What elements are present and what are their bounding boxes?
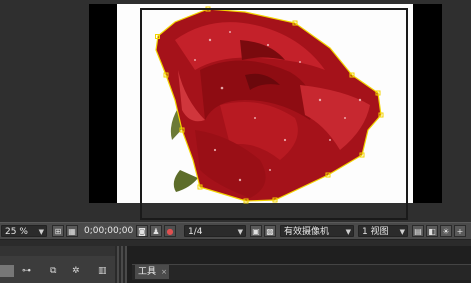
frame-blending-icon[interactable]: ▥ [98,265,107,277]
resolution-value: 1/4 [188,227,203,237]
draft-3d-icon[interactable]: ⊶ [22,265,31,277]
shy-layers-icon[interactable]: ✲ [72,265,80,277]
channel-icon[interactable]: ● [164,225,176,237]
layout-icon[interactable]: ▤ [412,225,424,237]
lower-panels: ⊶ ⧉ ✲ ▥ 工具 × [0,246,471,283]
chevron-down-icon: ▼ [38,228,44,236]
panel-resize-handle[interactable] [115,246,127,283]
views-dropdown[interactable]: 1 视图 ▼ [358,225,408,237]
timecode[interactable]: 0;00;00;00 [84,225,133,237]
views-value: 1 视图 [362,227,389,237]
more-icon[interactable]: + [454,225,466,237]
chevron-down-icon: ▼ [399,228,405,236]
composition-viewer[interactable] [0,0,471,222]
layer-bounds-rectangle[interactable] [140,8,408,220]
reset-exposure-icon[interactable]: ◧ [426,225,438,237]
tab-tools[interactable]: 工具 × [135,265,169,279]
label-color-swatch[interactable] [0,265,14,277]
snapshot-icon[interactable]: ◙ [136,225,148,237]
toggle-view-icon[interactable]: ▩ [264,225,276,237]
camera-value: 有效摄像机 [284,227,330,237]
close-icon[interactable]: × [161,265,167,279]
zoom-value: 25 % [5,227,28,237]
viewer-toolbar: 25 % ▼ ⊞ ▦ 0;00;00;00 ◙ ♟ ● 1/4 ▼ ▣ ▩ 有效… [0,222,471,240]
transparency-grid-icon[interactable]: ▦ [66,225,78,237]
exposure-icon[interactable]: ☀ [440,225,452,237]
tab-bar [132,264,471,280]
resolution-dropdown[interactable]: 1/4 ▼ [184,225,246,237]
camera-dropdown[interactable]: 有效摄像机 ▼ [280,225,354,237]
region-icon[interactable]: ⊞ [52,225,64,237]
show-snapshot-icon[interactable]: ♟ [150,225,162,237]
fast-preview-icon[interactable]: ▣ [250,225,262,237]
chevron-down-icon: ▼ [345,228,351,236]
tab-label: 工具 [138,267,157,277]
comp-flowchart-icon[interactable]: ⧉ [50,265,56,277]
zoom-dropdown[interactable]: 25 % ▼ [1,225,47,237]
chevron-down-icon: ▼ [237,228,243,236]
timeline-panel: ⊶ ⧉ ✲ ▥ [0,256,122,283]
